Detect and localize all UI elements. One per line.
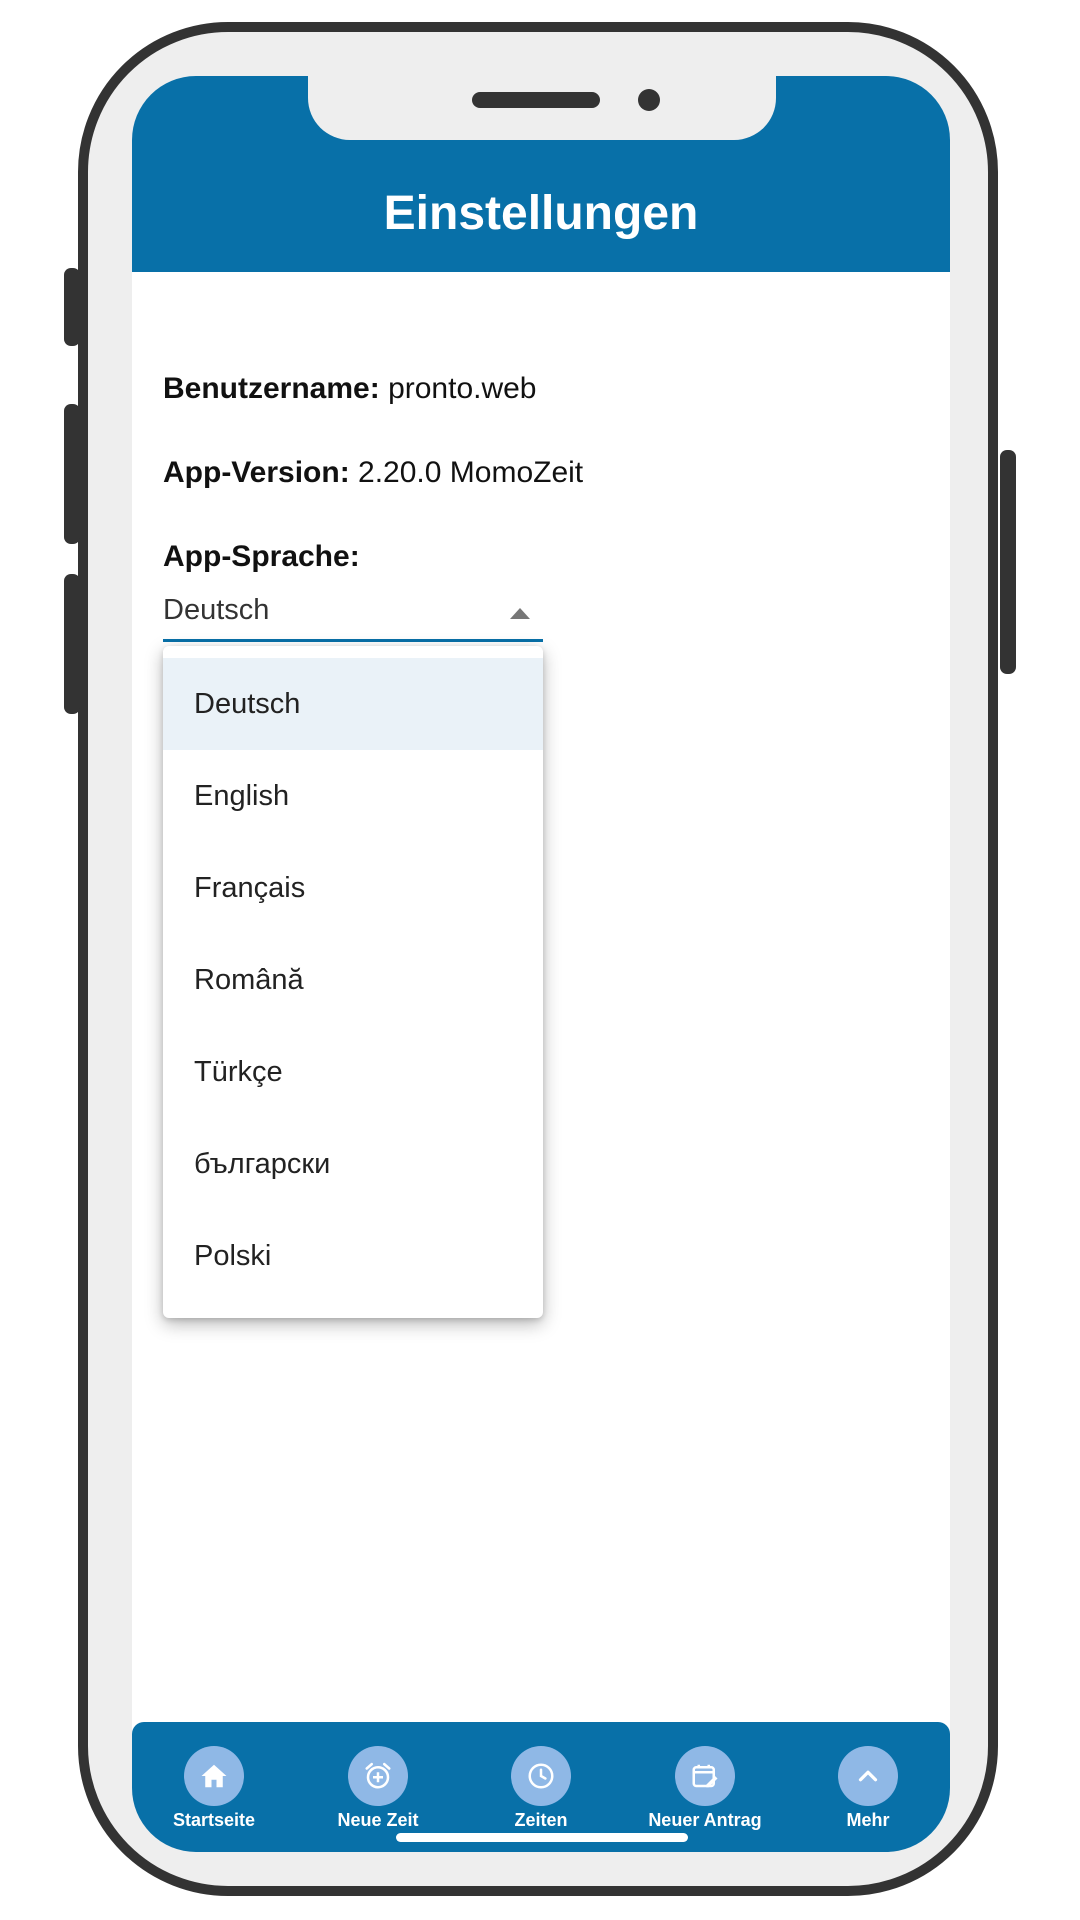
phone-speaker — [472, 92, 600, 108]
phone-notch — [308, 76, 776, 140]
nav-mehr[interactable]: Mehr — [788, 1722, 948, 1852]
language-option-turkce[interactable]: Türkçe — [163, 1026, 543, 1118]
language-option-deutsch[interactable]: Deutsch — [163, 658, 543, 750]
language-option-english[interactable]: English — [163, 750, 543, 842]
nav-icon-circle — [184, 1746, 244, 1806]
nav-label: Startseite — [172, 1810, 256, 1830]
nav-icon-circle — [838, 1746, 898, 1806]
nav-icon-circle — [348, 1746, 408, 1806]
nav-label: Zeiten — [514, 1810, 568, 1830]
phone-camera — [638, 89, 660, 111]
phone-power-button — [1000, 450, 1016, 674]
language-label: App-Sprache: — [163, 540, 360, 573]
version-label: App-Version: — [163, 456, 350, 489]
language-select[interactable]: Deutsch — [163, 590, 543, 642]
language-dropdown-menu: Deutsch English Français Română Türkçe б… — [163, 646, 543, 1318]
language-option-romana[interactable]: Română — [163, 934, 543, 1026]
alarm-add-icon — [365, 1762, 391, 1789]
language-option-polski[interactable]: Polski — [163, 1210, 543, 1302]
nav-label: Neue Zeit — [337, 1810, 419, 1830]
username-row: Benutzername: pronto.web — [163, 372, 537, 406]
calendar-edit-icon — [692, 1764, 718, 1788]
nav-icon-circle — [511, 1746, 571, 1806]
home-icon — [201, 1764, 227, 1788]
home-indicator[interactable] — [396, 1833, 688, 1842]
username-value: pronto.web — [388, 372, 537, 405]
nav-label: Neuer Antrag — [648, 1810, 762, 1830]
phone-mute-switch — [64, 268, 80, 346]
clock-icon — [528, 1763, 554, 1789]
language-select-value: Deutsch — [163, 594, 270, 626]
caret-up-icon — [510, 608, 530, 619]
page-title: Einstellungen — [383, 187, 699, 240]
username-label: Benutzername: — [163, 372, 380, 405]
version-row: App-Version: 2.20.0 MomoZeit — [163, 456, 583, 490]
phone-volume-down-button — [64, 574, 80, 714]
language-option-bulgarian[interactable]: български — [163, 1118, 543, 1210]
version-value: 2.20.0 MomoZeit — [358, 456, 584, 489]
phone-volume-up-button — [64, 404, 80, 544]
language-option-francais[interactable]: Français — [163, 842, 543, 934]
nav-label: Mehr — [846, 1810, 890, 1830]
nav-icon-circle — [675, 1746, 735, 1806]
nav-startseite[interactable]: Startseite — [134, 1722, 294, 1852]
chevron-up-icon — [858, 1770, 878, 1782]
